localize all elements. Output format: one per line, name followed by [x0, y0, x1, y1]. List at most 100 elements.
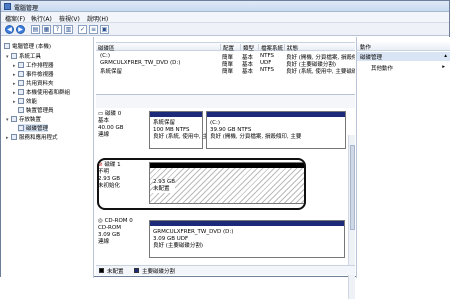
disk-icon: ▭ — [98, 111, 104, 117]
title-bar: 電腦管理 — [1, 1, 449, 12]
menu-file[interactable]: 檔案(F) — [5, 14, 25, 23]
disk-status: 連線 — [98, 132, 110, 138]
tree-label: 裝置管理員 — [26, 108, 54, 114]
col-volume[interactable]: 磁碟區 — [96, 44, 115, 52]
disk-0-info[interactable]: ▭ 磁碟 0 基本 40.00 GB 連線 — [98, 111, 146, 139]
disk-size: 40.00 GB — [98, 125, 124, 131]
cell-filesystem: UDF — [260, 60, 272, 66]
tree-label: 電腦管理 (本機) — [12, 44, 52, 50]
tree-item-computer-management[interactable]: 電腦管理 (本機) — [4, 42, 51, 50]
col-layout[interactable]: 配置 — [220, 44, 234, 52]
partition-d[interactable]: GRMCULXFRER_TW_DVD (D:) 3.09 GB UDF 良好 (… — [149, 220, 345, 258]
menu-action[interactable]: 執行(A) — [31, 14, 52, 23]
tree-item-shared-folders[interactable]: ▸ 共用資料夾 — [13, 79, 54, 87]
cell-status: 良好 (系統, 使用中, 主要磁碟分割) — [286, 69, 355, 75]
tree-item-disk-management[interactable]: 磁碟管理 — [18, 124, 49, 132]
toolbar: ◀ ▶ ▤ ▦ ? ▥ ✓ ≡ ▣ — [1, 23, 449, 36]
disk-type: CD-ROM — [98, 225, 121, 231]
panel-icon[interactable]: ▥ — [64, 25, 73, 34]
cdrom-0-info[interactable]: ◎ CD-ROM 0 CD-ROM 3.09 GB 連線 — [98, 218, 146, 246]
chevron-right-icon[interactable]: ▸ — [442, 64, 445, 70]
device-manager-icon — [18, 107, 24, 113]
actions-section-disk-management[interactable]: 磁碟管理 ▴ — [357, 52, 450, 61]
console-tree: 電腦管理 (本機) ▾ 系統工具 ▸ 工作排程器 ▸ 事件檢視器 ▸ 共用資料夾 ▸ 本機… — [1, 37, 94, 278]
list-icon[interactable]: ≡ — [89, 25, 98, 34]
help-icon[interactable]: ? — [53, 25, 62, 34]
tree-item-task-scheduler[interactable]: ▸ 工作排程器 — [13, 61, 54, 69]
disk-size: 3.09 GB — [98, 232, 121, 238]
tree-item-device-manager[interactable]: 裝置管理員 — [18, 106, 54, 114]
tree-item-event-viewer[interactable]: ▸ 事件檢視器 — [13, 70, 54, 78]
window-title: 電腦管理 — [14, 5, 39, 12]
partition-c[interactable]: (C:) 39.90 GB NTFS 良好 (開機, 分頁檔案, 損毀傾印, 主… — [206, 111, 346, 149]
disk-0-row: ▭ 磁碟 0 基本 40.00 GB 連線 系統保留 100 MB NTFS 良… — [96, 108, 355, 152]
tools-icon — [11, 53, 17, 59]
highlight-annotation — [97, 158, 306, 210]
tree-label: 磁碟管理 — [26, 126, 49, 132]
properties-icon[interactable]: ▦ — [42, 25, 51, 34]
services-icon — [11, 134, 17, 140]
more-actions-label: 其他動作 — [371, 66, 394, 72]
partition-text: (C:) 39.90 GB NTFS 良好 (開機, 分頁檔案, 損毀傾印, 主… — [210, 120, 301, 141]
partition-text: GRMCULXFRER_TW_DVD (D:) 3.09 GB UDF 良好 (… — [153, 229, 233, 250]
users-icon — [18, 89, 24, 95]
cd-drive-icon: ◎ — [98, 218, 103, 224]
partition-title: (C:) — [210, 120, 220, 126]
scrollbar-thumb[interactable] — [350, 145, 355, 230]
tree-item-performance[interactable]: ▸ 效能 — [13, 97, 37, 105]
tree-label: 事件檢視器 — [26, 72, 54, 78]
cell-type: 基本 — [242, 69, 254, 75]
tree-label: 存放裝置 — [19, 117, 42, 123]
tree-item-system-tools[interactable]: ▾ 系統工具 — [6, 52, 41, 60]
tree-label: 系統工具 — [19, 54, 42, 60]
check-icon[interactable]: ✓ — [78, 25, 87, 34]
console-tree-icon[interactable]: ▤ — [31, 25, 40, 34]
partition-system-reserved[interactable]: 系統保留 100 MB NTFS 良好 (系統, 使用中, 主要磁 — [149, 111, 219, 149]
cell-volume: 系統保留 — [100, 69, 123, 75]
menu-view[interactable]: 檢視(V) — [59, 14, 80, 23]
computer-management-window: 電腦管理 檔案(F) 執行(A) 檢視(V) 說明(H) ◀ ▶ ▤ ▦ ? ▥… — [0, 0, 450, 299]
cdrom-0-row: ◎ CD-ROM 0 CD-ROM 3.09 GB 連線 GRMCULXFRER… — [96, 215, 355, 263]
tree-item-local-users-groups[interactable]: ▸ 本機使用者和群組 — [13, 88, 70, 96]
col-type[interactable]: 類型 — [240, 44, 254, 52]
collapse-up-icon[interactable]: ▴ — [444, 53, 447, 59]
menu-bar: 檔案(F) 執行(A) 檢視(V) 說明(H) — [1, 12, 449, 23]
forward-arrow-icon[interactable]: ▶ — [16, 25, 25, 34]
primary-partition-bar — [150, 112, 202, 117]
partition-status: 良好 (主要磁碟分割) — [153, 243, 204, 249]
disk-status: 連線 — [98, 239, 110, 245]
volume-list-header: 磁碟區 配置 類型 檔案系統 狀態 — [96, 42, 355, 52]
cell-volume: (C:) — [100, 53, 110, 59]
primary-partition-bar — [207, 112, 345, 117]
shared-folder-icon — [18, 80, 24, 86]
legend-unallocated: 未配置 — [107, 269, 124, 275]
legend: 未配置 主要磁碟分割 — [96, 265, 355, 275]
tree-item-storage[interactable]: ▾ 存放裝置 — [6, 115, 41, 123]
table-row[interactable]: 系統保留 簡單 基本 NTFS 良好 (系統, 使用中, 主要磁碟分割) — [96, 67, 355, 75]
disk-name: 磁碟 0 — [104, 111, 122, 117]
partition-status: 良好 (開機, 分頁檔案, 損毀傾印, 主要 — [210, 134, 302, 140]
partition-size: 3.09 GB UDF — [153, 236, 189, 242]
tree-label: 服務和應用程式 — [19, 135, 58, 141]
unallocated-swatch — [99, 268, 104, 273]
section-label: 磁碟管理 — [360, 55, 383, 61]
back-arrow-icon[interactable]: ◀ — [5, 25, 14, 34]
col-status[interactable]: 狀態 — [284, 44, 298, 52]
actions-header: 動作 — [357, 42, 450, 51]
storage-icon — [11, 116, 17, 122]
table-row[interactable]: (C:) 簡單 基本 NTFS 良好 (開機, 分頁檔案, 損毀傾印, 主要 — [96, 53, 355, 61]
tree-item-services-applications[interactable]: ▸ 服務和應用程式 — [6, 133, 58, 141]
cell-layout: 簡單 — [222, 69, 234, 75]
partition-size: 39.90 GB NTFS — [210, 127, 252, 133]
disk-type: 基本 — [98, 118, 110, 124]
cell-filesystem: NTFS — [260, 67, 275, 73]
grid-icon[interactable]: ▣ — [100, 25, 109, 34]
computer-management-icon — [4, 3, 11, 10]
partition-title: GRMCULXFRER_TW_DVD (D:) — [153, 229, 234, 235]
cell-filesystem: NTFS — [260, 53, 275, 59]
more-actions[interactable]: 其他動作 — [371, 64, 393, 72]
col-filesystem[interactable]: 檔案系統 — [258, 44, 283, 52]
table-row[interactable]: GRMCULXFRER_TW_DVD (D:) 簡單 基本 UDF 良好 (主要… — [96, 60, 355, 68]
primary-partition-swatch — [134, 268, 139, 273]
menu-help[interactable]: 說明(H) — [87, 14, 108, 23]
